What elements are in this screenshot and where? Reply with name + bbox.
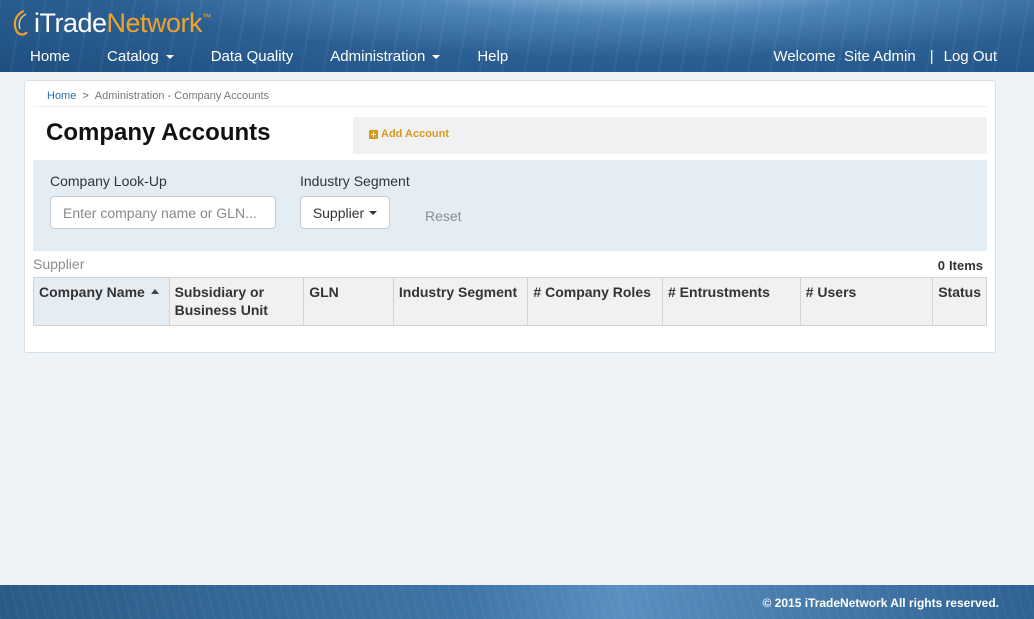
chevron-down-icon: [165, 54, 174, 59]
main-nav: Home Catalog Data Quality Administration…: [30, 48, 545, 65]
industry-segment-dropdown[interactable]: Supplier: [300, 196, 390, 229]
user-area: Welcome Site Admin | Log Out: [773, 48, 997, 65]
app-header: iTradeNetwork™ Home Catalog Data Quality…: [0, 0, 1034, 72]
column-header-company-name[interactable]: Company Name: [33, 277, 170, 326]
column-header-status[interactable]: Status: [932, 277, 987, 326]
user-name[interactable]: Site Admin: [844, 48, 916, 65]
itrade-logo[interactable]: iTradeNetwork™: [10, 6, 211, 40]
nav-home[interactable]: Home: [30, 48, 70, 65]
breadcrumb-current: Administration - Company Accounts: [94, 90, 270, 102]
company-accounts-table: Company Name Subsidiary or Business Unit…: [33, 277, 987, 326]
column-header-company-roles[interactable]: # Company Roles: [527, 277, 663, 326]
chevron-down-icon: [432, 54, 441, 59]
app-footer: © 2015 iTradeNetwork All rights reserved…: [0, 585, 1034, 619]
plus-square-icon: [369, 129, 378, 139]
sort-ascending-icon: [150, 289, 159, 294]
column-header-subsidiary[interactable]: Subsidiary or Business Unit: [168, 277, 305, 326]
add-account-button[interactable]: Add Account: [369, 128, 449, 140]
column-header-users[interactable]: # Users: [799, 277, 934, 326]
column-header-entrustments[interactable]: # Entrustments: [662, 277, 801, 326]
action-bar: Add Account: [353, 117, 987, 154]
breadcrumb-divider: [33, 106, 987, 107]
industry-segment-value: Supplier: [312, 204, 365, 221]
page-title: Company Accounts: [46, 119, 271, 146]
logout-link[interactable]: Log Out: [944, 48, 997, 65]
breadcrumb: Home > Administration - Company Accounts: [47, 90, 269, 102]
chevron-down-icon: [369, 210, 378, 215]
logo-text: iTradeNetwork™: [34, 7, 211, 38]
filter-panel: Company Look-Up Industry Segment Supplie…: [33, 160, 987, 251]
item-count: 0 Items: [937, 258, 983, 273]
add-account-label: Add Account: [381, 128, 450, 140]
copyright-text: © 2015 iTradeNetwork All rights reserved…: [762, 596, 1000, 610]
user-separator: |: [929, 48, 934, 65]
list-caption: Supplier: [33, 256, 85, 272]
reset-button[interactable]: Reset: [425, 208, 462, 224]
breadcrumb-home-link[interactable]: Home: [47, 90, 76, 102]
breadcrumb-separator: >: [82, 90, 89, 102]
company-lookup-input[interactable]: [50, 196, 276, 229]
nav-help[interactable]: Help: [477, 48, 508, 65]
content-card: Home > Administration - Company Accounts…: [24, 80, 996, 353]
column-header-gln[interactable]: GLN: [303, 277, 394, 326]
logo-swirl-icon: [13, 9, 28, 36]
company-lookup-label: Company Look-Up: [50, 173, 167, 189]
nav-data-quality[interactable]: Data Quality: [211, 48, 294, 65]
column-header-industry-segment[interactable]: Industry Segment: [392, 277, 529, 326]
industry-segment-label: Industry Segment: [300, 173, 410, 189]
nav-administration[interactable]: Administration: [330, 48, 441, 65]
nav-catalog[interactable]: Catalog: [107, 48, 174, 65]
welcome-text: Welcome: [773, 48, 836, 65]
